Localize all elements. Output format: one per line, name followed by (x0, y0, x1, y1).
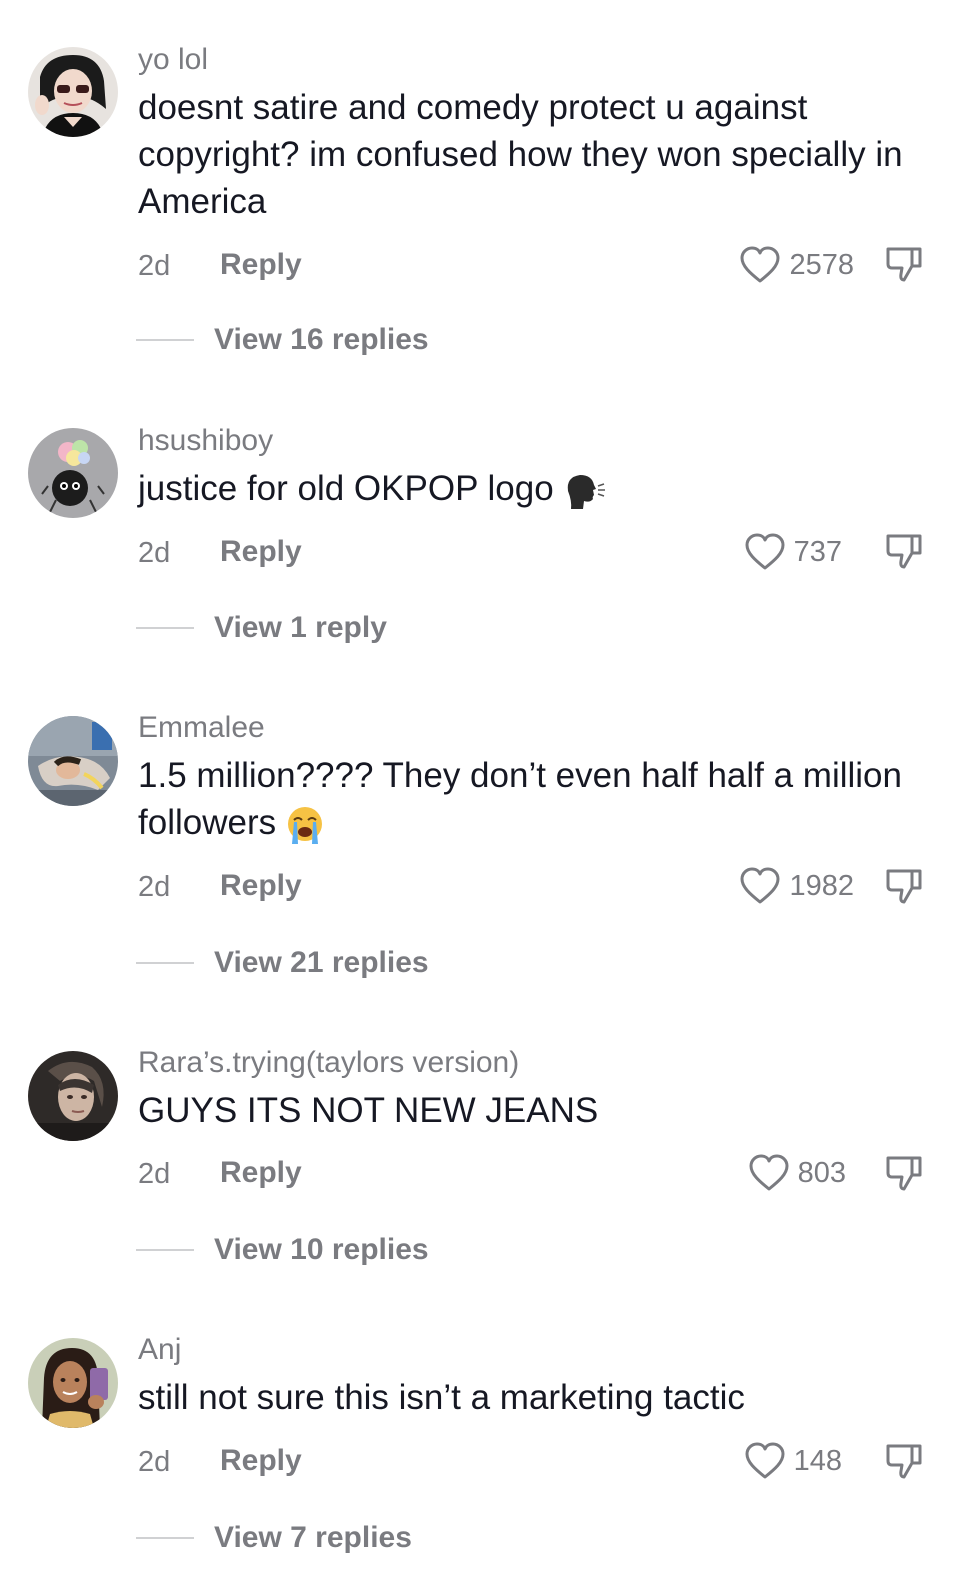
view-replies-button[interactable]: View 21 replies (136, 943, 429, 983)
comment-username[interactable]: Rara’s.trying(taylors version) (138, 1045, 519, 1081)
replies-divider (136, 339, 194, 341)
heart-icon (745, 1442, 785, 1479)
comment-text: GUYS ITS NOT NEW JEANS (138, 1091, 599, 1130)
comment-time: 2d (138, 250, 171, 282)
like-button[interactable]: 1982 (739, 866, 854, 906)
comment-time: 2d (138, 871, 171, 903)
like-count: 1982 (789, 870, 854, 902)
heart-icon (740, 246, 780, 283)
reply-button[interactable]: Reply (220, 1443, 302, 1479)
like-count: 803 (797, 1157, 846, 1189)
reply-button[interactable]: Reply (220, 534, 302, 570)
comment-time: 2d (138, 1446, 171, 1478)
like-count: 148 (793, 1445, 842, 1477)
view-replies-button[interactable]: View 1 reply (136, 608, 387, 648)
replies-divider (136, 1537, 194, 1539)
view-replies-label: View 16 replies (214, 323, 429, 356)
view-replies-label: View 10 replies (214, 1233, 429, 1266)
avatar[interactable] (28, 1051, 118, 1141)
dislike-icon[interactable] (884, 244, 924, 284)
view-replies-button[interactable]: View 16 replies (136, 320, 429, 360)
comment-text-body: justice for old OKPOP logo (138, 469, 554, 508)
view-replies-label: View 7 replies (214, 1521, 412, 1554)
comment-text: 1.5 million???? They don’t even half hal… (138, 752, 918, 846)
comment-username[interactable]: Anj (138, 1332, 181, 1368)
dislike-icon[interactable] (884, 1153, 924, 1193)
like-button[interactable]: 2578 (739, 245, 854, 285)
like-button[interactable]: 148 (744, 1441, 842, 1481)
reply-button[interactable]: Reply (220, 247, 302, 283)
avatar[interactable] (28, 47, 118, 137)
heart-icon (740, 867, 780, 904)
heart-icon (745, 533, 785, 570)
like-count: 737 (793, 536, 842, 568)
replies-divider (136, 962, 194, 964)
view-replies-label: View 1 reply (214, 611, 387, 644)
view-replies-label: View 21 replies (214, 946, 429, 979)
comment-username[interactable]: yo lol (138, 42, 208, 78)
comment-text: still not sure this isn’t a marketing ta… (138, 1378, 745, 1417)
dislike-icon[interactable] (884, 1441, 924, 1481)
replies-divider (136, 1249, 194, 1251)
comment-text: doesnt satire and comedy protect u again… (138, 88, 903, 221)
loudly-crying-face-emoji-icon (288, 806, 323, 844)
comment-text: justice for old OKPOP logo (138, 465, 918, 512)
comment-time: 2d (138, 1158, 171, 1190)
like-button[interactable]: 803 (748, 1153, 846, 1193)
comment-text-body: 1.5 million???? They don’t even half hal… (138, 756, 902, 842)
reply-button[interactable]: Reply (220, 1155, 302, 1191)
comment-time: 2d (138, 537, 171, 569)
avatar[interactable] (28, 1338, 118, 1428)
view-replies-button[interactable]: View 10 replies (136, 1230, 429, 1270)
avatar[interactable] (28, 716, 118, 806)
comment-username[interactable]: Emmalee (138, 710, 265, 746)
avatar[interactable] (28, 428, 118, 518)
dislike-icon[interactable] (884, 866, 924, 906)
replies-divider (136, 627, 194, 629)
like-button[interactable]: 737 (744, 532, 842, 572)
heart-icon (749, 1154, 789, 1191)
view-replies-button[interactable]: View 7 replies (136, 1518, 412, 1558)
reply-button[interactable]: Reply (220, 868, 302, 904)
dislike-icon[interactable] (884, 531, 924, 571)
comment-username[interactable]: hsushiboy (138, 423, 273, 459)
like-count: 2578 (789, 249, 854, 281)
speaking-head-emoji-icon (567, 474, 605, 509)
